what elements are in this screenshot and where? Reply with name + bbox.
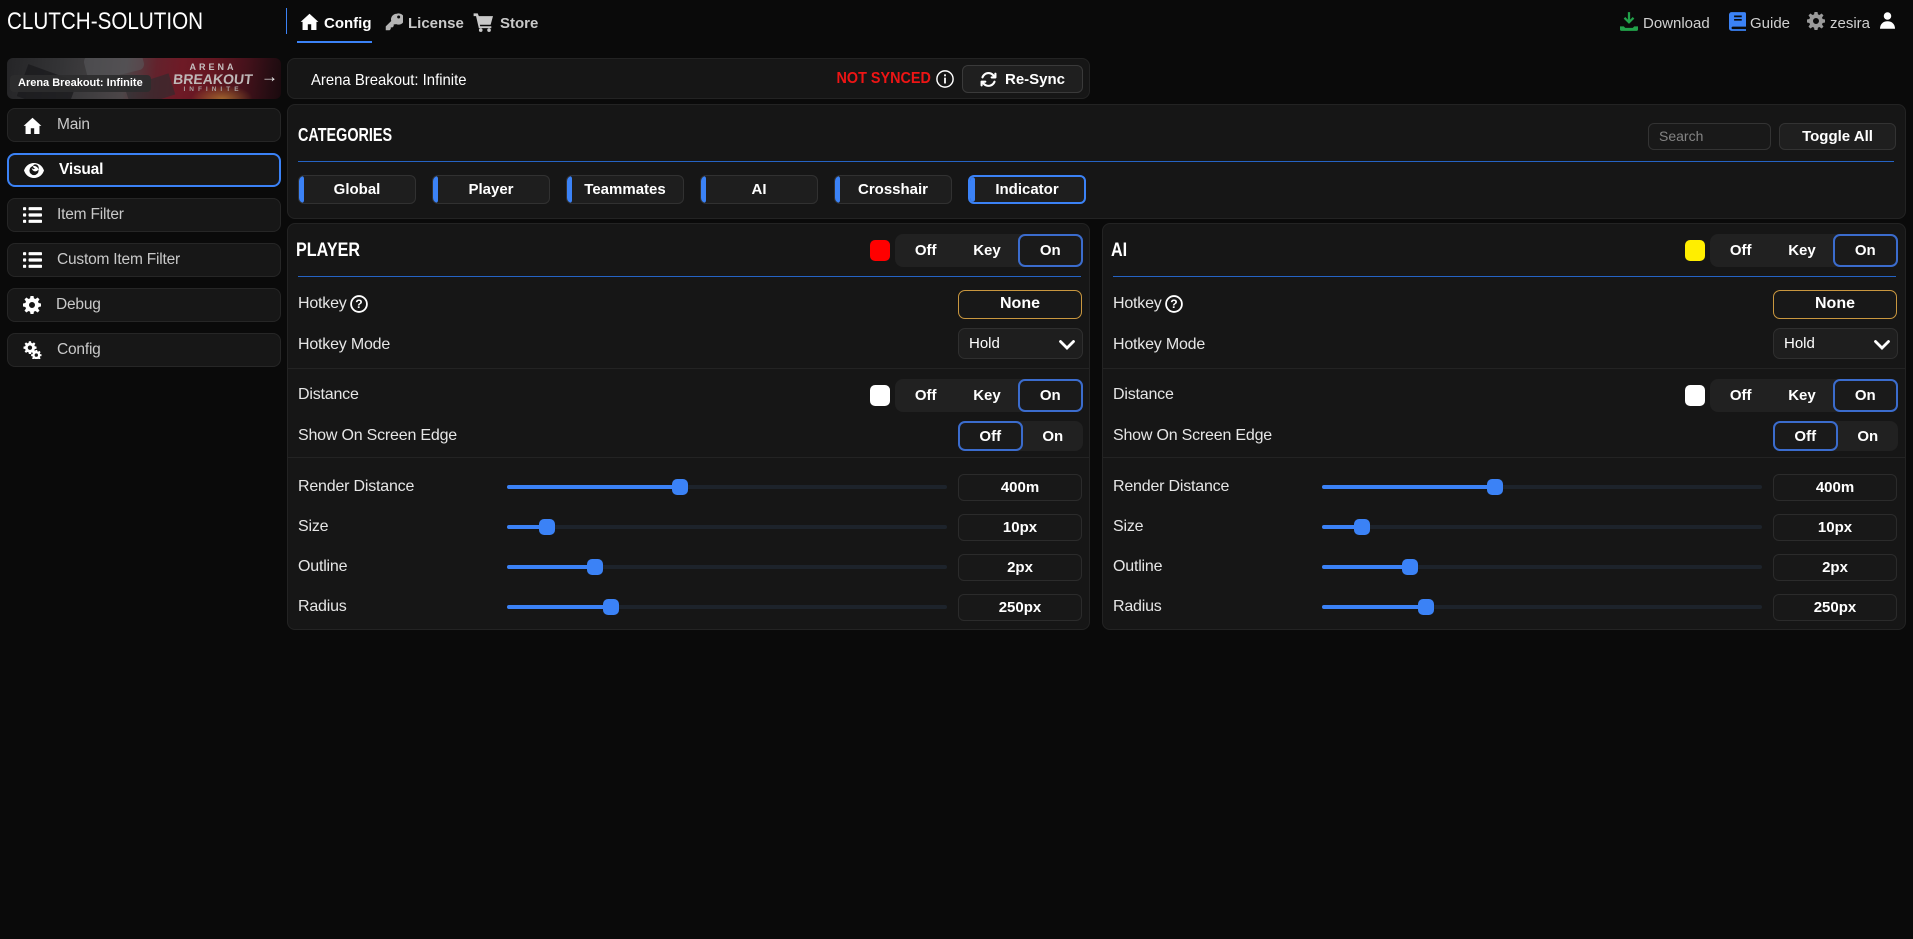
svg-text:?: ? [355, 297, 362, 311]
svg-text:?: ? [1170, 297, 1177, 311]
